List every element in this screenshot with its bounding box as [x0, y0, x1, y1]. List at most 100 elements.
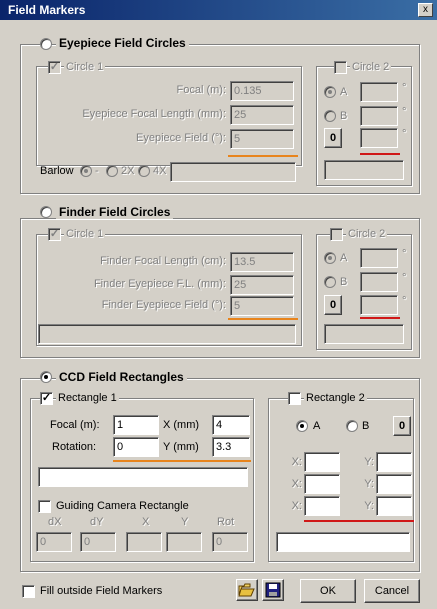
eyepiece-circle2-a-field[interactable] [360, 82, 398, 102]
guide-col-dx: dX [48, 516, 62, 528]
rect2-y3-label: Y: [364, 500, 374, 512]
finder-circle2-radio-a[interactable] [324, 252, 336, 264]
finder-circle2-a-unit: ° [402, 248, 407, 260]
rect2-x2-field[interactable] [304, 474, 340, 494]
finder-circle2-underline [360, 317, 400, 319]
rect2-zero-button[interactable]: 0 [393, 416, 411, 436]
finder-fefl-field[interactable]: 25 [230, 275, 294, 295]
rect1-y-field[interactable]: 3.3 [212, 437, 250, 457]
ccd-radio[interactable] [40, 371, 52, 383]
eyepiece-efl-field[interactable]: 25 [230, 105, 294, 125]
barlow-field[interactable] [170, 162, 296, 182]
finder-circle2-zero-button[interactable]: 0 [324, 295, 342, 315]
eyepiece-circle2-a-label: A [340, 86, 348, 98]
eyepiece-field-field[interactable]: 5 [230, 129, 294, 149]
rect2-radio-a[interactable] [296, 420, 308, 432]
finder-circle1-bottom-field[interactable] [38, 324, 296, 344]
rect2-x3-field[interactable] [304, 496, 340, 516]
finder-circle2-a-field[interactable] [360, 248, 398, 268]
rect1-checkbox[interactable]: ✓ [40, 392, 53, 405]
rect2-checkbox[interactable] [288, 392, 301, 405]
rect1-focal-field[interactable]: 1 [113, 415, 159, 435]
ccd-title: CCD Field Rectangles [56, 370, 187, 384]
rect1-info-field[interactable] [38, 467, 248, 487]
barlow-opt2-label: 2X [121, 165, 135, 177]
save-disk-icon [265, 582, 281, 598]
eyepiece-circle2-a-unit: ° [402, 82, 407, 94]
rect1-rotation-label: Rotation: [52, 441, 97, 453]
folder-open-icon [238, 583, 255, 597]
guide-col-x: X [142, 516, 150, 528]
rect2-y1-label: Y: [364, 456, 374, 468]
rect2-x1-label: X: [291, 456, 302, 468]
eyepiece-circle2-checkbox[interactable] [334, 61, 347, 74]
save-button[interactable] [262, 579, 284, 601]
open-button[interactable] [236, 579, 258, 601]
barlow-radio-2x[interactable] [106, 165, 118, 177]
finder-circle2-radio-b[interactable] [324, 276, 336, 288]
rect2-x3-label: X: [291, 500, 302, 512]
guide-checkbox[interactable] [38, 500, 51, 513]
rect2-y2-label: Y: [364, 478, 374, 490]
eyepiece-circle2-radio-b[interactable] [324, 110, 336, 122]
guide-dy-field[interactable]: 0 [80, 532, 116, 552]
barlow-label: Barlow [40, 165, 74, 177]
cancel-button[interactable]: Cancel [364, 579, 420, 603]
guide-rot-field[interactable]: 0 [212, 532, 248, 552]
rect2-y2-field[interactable] [376, 474, 412, 494]
eyepiece-field-underline [228, 155, 298, 157]
eyepiece-circle2-b-unit: ° [402, 106, 407, 118]
finder-field-field[interactable]: 5 [230, 296, 294, 316]
rect2-b-label: B [362, 420, 370, 432]
guide-label: Guiding Camera Rectangle [56, 500, 189, 512]
rect1-y-label: Y (mm) [163, 441, 199, 453]
guide-col-y: Y [181, 516, 189, 528]
eyepiece-title: Eyepiece Field Circles [56, 36, 189, 50]
rect2-x1-field[interactable] [304, 452, 340, 472]
window-title: Field Markers [8, 3, 86, 17]
finder-circle2-b-label: B [340, 276, 348, 288]
eyepiece-circle2-label: Circle 2 [350, 61, 392, 73]
finder-ffl-field[interactable]: 13.5 [230, 252, 294, 272]
eyepiece-field-label: Eyepiece Field (°): [136, 132, 226, 144]
rect2-bottom-field[interactable] [276, 532, 410, 552]
finder-circle2-bottom-field[interactable] [324, 324, 404, 344]
rect2-x2-label: X: [291, 478, 302, 490]
eyepiece-circle1-checkbox[interactable]: ✓ [48, 61, 61, 74]
fill-outside-checkbox[interactable] [22, 585, 35, 598]
finder-ffl-label: Finder Focal Length (cm): [100, 255, 226, 267]
rect1-label: Rectangle 1 [56, 392, 119, 404]
rect1-x-label: X (mm) [163, 419, 200, 431]
finder-radio[interactable] [40, 206, 52, 218]
eyepiece-circle2-underline [360, 153, 400, 155]
finder-circle2-b-field[interactable] [360, 272, 398, 292]
finder-circle2-c-unit: ° [402, 295, 407, 307]
eyepiece-circle2-c-field[interactable] [360, 128, 398, 148]
rect2-radio-b[interactable] [346, 420, 358, 432]
guide-x-field[interactable] [126, 532, 162, 552]
eyepiece-circle2-radio-a[interactable] [324, 86, 336, 98]
finder-circle2-b-unit: ° [402, 272, 407, 284]
guide-y-field[interactable] [166, 532, 202, 552]
rect1-rotation-field[interactable]: 0 [113, 437, 159, 457]
close-button[interactable]: x [418, 3, 433, 17]
barlow-radio-none[interactable] [80, 165, 92, 177]
eyepiece-focal-field[interactable]: 0.135 [230, 81, 294, 101]
eyepiece-circle2-c-unit: ° [402, 128, 407, 140]
guide-dx-field[interactable]: 0 [36, 532, 72, 552]
eyepiece-radio[interactable] [40, 38, 52, 50]
eyepiece-circle2-b-label: B [340, 110, 348, 122]
finder-circle1-checkbox[interactable]: ✓ [48, 228, 61, 241]
finder-circle1-label: Circle 1 [64, 228, 106, 240]
eyepiece-circle2-bottom-field[interactable] [324, 160, 404, 180]
barlow-radio-4x[interactable] [138, 165, 150, 177]
eyepiece-circle2-zero-button[interactable]: 0 [324, 128, 342, 148]
eyepiece-circle2-b-field[interactable] [360, 106, 398, 126]
rect1-x-field[interactable]: 4 [212, 415, 250, 435]
finder-circle2-checkbox[interactable] [330, 228, 343, 241]
fill-outside-label: Fill outside Field Markers [40, 585, 163, 597]
ok-button[interactable]: OK [300, 579, 356, 603]
finder-circle2-c-field[interactable] [360, 295, 398, 315]
rect2-y3-field[interactable] [376, 496, 412, 516]
rect2-y1-field[interactable] [376, 452, 412, 472]
